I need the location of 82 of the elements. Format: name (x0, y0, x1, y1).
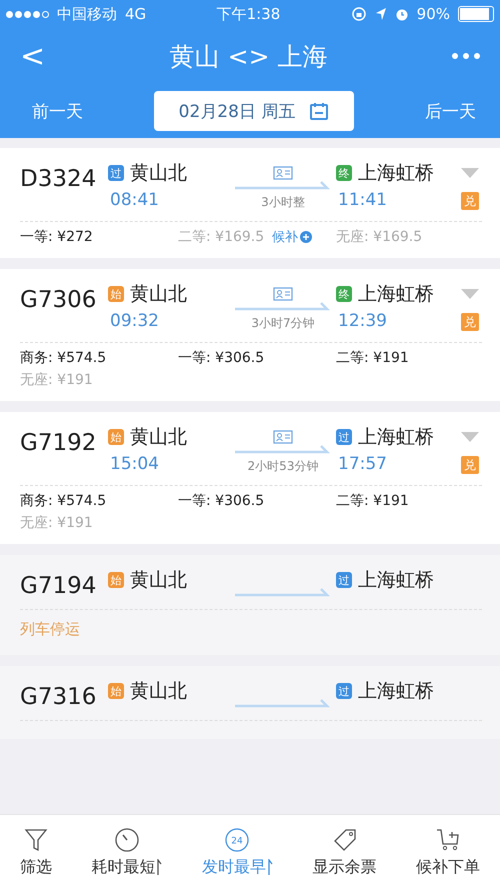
seat-price: 无座: ¥191 (20, 514, 94, 532)
station-name: 黄山北 (130, 679, 187, 704)
station-badge: 过 (336, 572, 352, 588)
station-name: 黄山北 (130, 282, 187, 307)
network-text: 4G (125, 5, 146, 23)
clock-icon: 24 (224, 826, 250, 852)
station-badge: 过 (108, 165, 124, 181)
battery-icon (458, 6, 494, 22)
clock-text: 下午1:38 (216, 4, 280, 22)
station-badge: 过 (336, 429, 352, 445)
station-badge: 过 (336, 683, 352, 699)
train-number: G7192 (20, 429, 98, 456)
time-text: 15:04 (109, 454, 160, 474)
dropdown-icon[interactable] (461, 168, 479, 178)
tab-item[interactable]: 显示余票 (312, 826, 377, 878)
station-name: 上海虹桥 (358, 568, 434, 593)
seat-price: 二等: ¥191 (336, 349, 410, 367)
station-badge: 始 (108, 286, 124, 302)
seat-price: 一等: ¥272 (20, 228, 94, 246)
location-icon (374, 7, 387, 21)
duration-text: 2小时53分钟 (248, 458, 318, 475)
alarm-icon (394, 7, 409, 21)
id-card-icon (273, 287, 293, 301)
seat-price: 一等: ¥306.5 (178, 349, 266, 367)
seat-price: 无座: ¥169.5 (336, 228, 424, 246)
duration-text: 3小时7分钟 (251, 315, 315, 332)
id-card-icon (273, 166, 293, 180)
seat-price: 商务: ¥574.5 (20, 492, 108, 510)
station-badge: 始 (108, 572, 124, 588)
station-name: 黄山北 (130, 161, 187, 186)
exchange-badge: 兑 (461, 192, 479, 210)
seat-price: 二等: ¥191 (336, 492, 410, 510)
station-name: 黄山北 (130, 568, 187, 593)
exchange-badge: 兑 (461, 456, 479, 474)
battery-text: 90% (416, 5, 450, 23)
station-badge: 始 (108, 429, 124, 445)
station-badge: 始 (108, 683, 124, 699)
train-card[interactable]: D3324 过 黄山北 08:41 3小时整 终 上海虹桥 11:41 兑 一等: ¥272 二等: ¥169.5 候补 无座: ¥169.5 (0, 148, 500, 258)
station-name: 上海虹桥 (358, 161, 434, 186)
tab-item[interactable]: 耗时最短 (91, 826, 162, 878)
exchange-badge: 兑 (461, 313, 479, 331)
status-text: 列车停运 (20, 619, 81, 640)
tab-item[interactable]: 候补下单 (416, 826, 480, 878)
tab-item[interactable]: 筛选 (20, 826, 52, 878)
time-text: 08:41 (109, 190, 160, 210)
station-name: 黄山北 (130, 425, 187, 450)
train-card[interactable]: G7306 始 黄山北 09:32 3小时7分钟 终 上海虹桥 12:39 兑 商务: ¥574.5 一等: ¥306.5 二等: ¥191 无座: ¥191 (0, 269, 500, 401)
calendar-icon (309, 101, 330, 121)
dropdown-icon[interactable] (461, 289, 479, 299)
plus-icon (300, 231, 312, 243)
dropdown-icon[interactable] (461, 432, 479, 442)
time-text: 12:39 (337, 311, 388, 331)
seat-price: 商务: ¥574.5 (20, 349, 108, 367)
train-number: G7194 (20, 572, 98, 599)
train-number: D3324 (20, 165, 98, 192)
time-text: 09:32 (109, 311, 160, 331)
station-badge: 终 (336, 286, 352, 302)
time-text: 17:57 (337, 454, 388, 474)
train-number: G7316 (20, 683, 98, 710)
station-name: 上海虹桥 (358, 679, 434, 704)
seat-price: 无座: ¥191 (20, 371, 94, 389)
filter-icon (22, 826, 49, 852)
seat-price: 二等: ¥169.5 (178, 228, 264, 246)
station-name: 上海虹桥 (358, 282, 434, 307)
id-card-icon (273, 430, 293, 444)
tag-icon (332, 826, 358, 852)
train-card[interactable]: G7194 始 黄山北 过 上海虹桥 列车停运 (0, 555, 500, 655)
station-badge: 终 (336, 165, 352, 181)
page-title: 黄山 <> 上海 (168, 40, 328, 72)
rotation-lock-icon (350, 6, 367, 22)
station-name: 上海虹桥 (358, 425, 434, 450)
time-text: 11:41 (337, 190, 388, 210)
train-number: G7306 (20, 286, 98, 313)
date-picker[interactable]: 02月28日 周五 (154, 91, 354, 131)
stopwatch-icon (114, 826, 140, 852)
duration-text: 3小时整 (261, 194, 305, 211)
carrier-text: 中国移动 (57, 4, 117, 24)
signal-icon (6, 10, 49, 18)
train-card[interactable]: G7192 始 黄山北 15:04 2小时53分钟 过 上海虹桥 17:57 兑 商务: ¥574.5 一等: ¥306.5 二等: ¥191 无座: ¥191 (0, 412, 500, 544)
seat-price: 一等: ¥306.5 (178, 492, 266, 510)
train-card[interactable]: G7316 始 黄山北 过 上海虹桥 (0, 666, 500, 739)
cart-icon (435, 826, 462, 852)
